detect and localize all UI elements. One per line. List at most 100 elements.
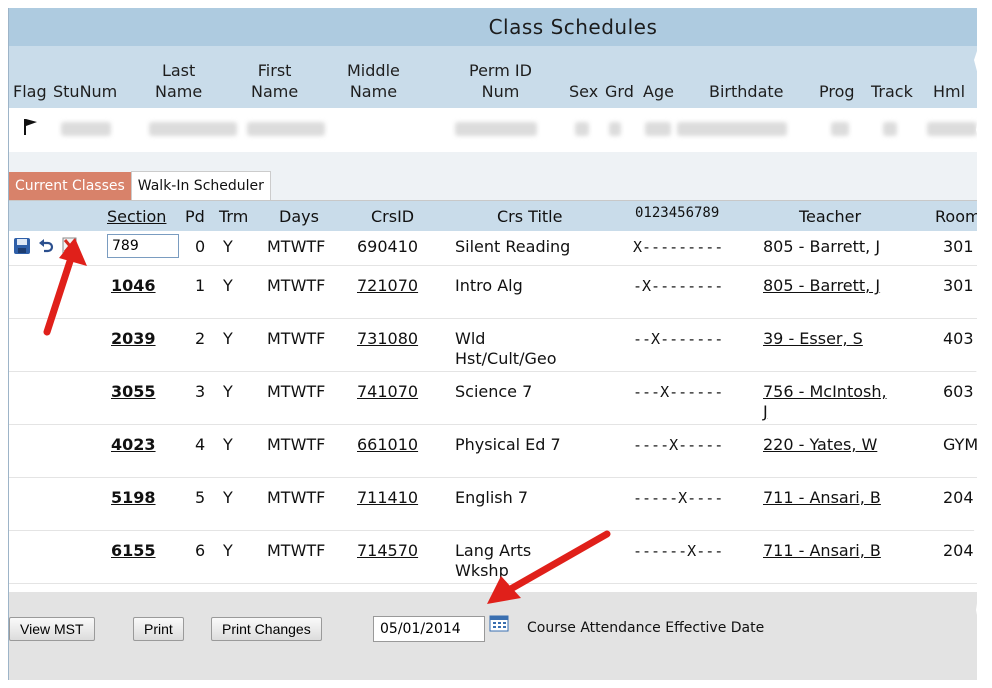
row-room: 603 [943,382,974,401]
row-title: Intro Alg [455,276,523,295]
footer-toolbar: View MST Print Print Changes Course Atte… [9,592,977,680]
row-crsid-link[interactable]: 711410 [357,488,418,508]
col-sex: Sex [569,82,599,101]
row-teacher: 805 - Barrett, J [763,237,881,256]
row-title: Wld Hst/Cult/Geo [455,329,557,368]
row-section-link[interactable]: 2039 [111,329,156,349]
col-days: Days [279,207,319,226]
row-crsid: 690410 [357,237,419,256]
row-pd: 1 [195,276,206,295]
row-trm: Y [223,541,233,560]
row-room: 301 [943,276,974,295]
row-trm: Y [223,488,233,507]
calendar-icon[interactable] [489,614,509,632]
table-row: 6155 6 Y MTWTF 714570 Lang Arts Wkshp --… [9,531,977,584]
row-pattern: ------X--- [633,542,724,560]
row-pd: 3 [195,382,206,401]
class-table-header: Section Pd Trm Days CrsID Crs Title 0123… [9,201,977,231]
tab-current-classes[interactable]: Current Classes [9,172,131,200]
row-crsid-link[interactable]: 721070 [357,276,418,296]
col-last-name: Last Name [155,61,203,101]
row-crsid-link[interactable]: 731080 [357,329,418,349]
row-teacher-link[interactable]: 756 - McIntosh, J [763,382,887,422]
row-days: MTWTF [267,329,326,348]
row-trm: Y [223,382,233,401]
col-track: Track [871,82,913,101]
table-row: 2039 2 Y MTWTF 731080 Wld Hst/Cult/Geo -… [9,319,977,372]
row-title: Silent Reading [455,237,571,256]
tab-walk-in-scheduler[interactable]: Walk-In Scheduler [130,171,271,200]
col-crs-title: Crs Title [497,207,563,226]
row-teacher-link[interactable]: 39 - Esser, S [763,329,863,349]
row-section-link[interactable]: 3055 [111,382,156,402]
row-days: MTWTF [267,541,326,560]
col-crsid: CrsID [371,207,415,226]
redacted-perm-id [455,122,537,136]
col-section[interactable]: Section [107,207,166,226]
row-crsid-link[interactable]: 714570 [357,541,418,561]
col-hml: Hml [933,82,966,101]
row-pd: 0 [195,237,206,256]
row-section-link[interactable]: 1046 [111,276,156,296]
redacted-stunum [61,122,111,136]
row-crsid-link[interactable]: 741070 [357,382,418,402]
flag-icon[interactable] [23,118,39,141]
row-section-link[interactable]: 6155 [111,541,156,561]
row-title: Physical Ed 7 [455,435,561,454]
row-trm: Y [223,435,233,454]
row-crsid-link[interactable]: 661010 [357,435,418,455]
effective-date-input[interactable] [373,616,485,642]
row-teacher-link[interactable]: 711 - Ansari, B [763,541,881,561]
undo-icon[interactable] [37,237,55,255]
row-pd: 4 [195,435,206,454]
view-mst-button[interactable]: View MST [9,617,95,641]
row-room: 204 [943,541,974,560]
print-button[interactable]: Print [133,617,184,641]
col-birthdate: Birthdate [709,82,784,101]
redacted-age [645,122,671,136]
table-row: 5198 5 Y MTWTF 711410 English 7 -----X--… [9,478,977,531]
row-section-link[interactable]: 4023 [111,435,156,455]
col-perm-id: Perm ID Num [469,61,532,101]
spacer [9,152,977,170]
save-icon[interactable] [13,237,31,255]
row-room: 204 [943,488,974,507]
row-trm: Y [223,237,233,256]
row-trm: Y [223,329,233,348]
col-teacher: Teacher [799,207,862,226]
redacted-last-name [149,122,237,136]
row-teacher-link[interactable]: 805 - Barrett, J [763,276,880,296]
delete-icon[interactable] [61,237,79,255]
row-room: 301 [943,237,974,256]
col-middle-name: Middle Name [347,61,400,101]
row-room: 403 [943,329,974,348]
row-days: MTWTF [267,276,326,295]
col-trm: Trm [219,207,249,226]
redacted-first-name [247,122,325,136]
col-stunum: StuNum [53,82,118,101]
row-days: MTWTF [267,237,326,256]
row-teacher-link[interactable]: 711 - Ansari, B [763,488,881,508]
page-title: Class Schedules [488,15,658,39]
row-pd: 5 [195,488,206,507]
torn-edge [974,0,992,688]
class-rows: 0 Y MTWTF 690410 Silent Reading X-------… [9,231,977,584]
redacted-sex [575,122,589,136]
col-grd: Grd [605,82,634,101]
section-input[interactable] [107,234,179,258]
col-flag: Flag [13,82,47,101]
row-teacher-link[interactable]: 220 - Yates, W [763,435,877,455]
row-section-link[interactable]: 5198 [111,488,156,508]
row-title: Science 7 [455,382,533,401]
col-first-name: First Name [251,61,299,101]
col-pd: Pd [185,207,205,226]
table-row: 4023 4 Y MTWTF 661010 Physical Ed 7 ----… [9,425,977,478]
row-pattern: X--------- [633,238,724,256]
row-pattern: --X------- [633,330,724,348]
row-title: English 7 [455,488,529,507]
row-days: MTWTF [267,435,326,454]
table-row: 1046 1 Y MTWTF 721070 Intro Alg -X------… [9,266,977,319]
print-changes-button[interactable]: Print Changes [211,617,322,641]
redacted-track [883,122,897,136]
tab-bar: Current Classes Walk-In Scheduler [9,170,977,201]
